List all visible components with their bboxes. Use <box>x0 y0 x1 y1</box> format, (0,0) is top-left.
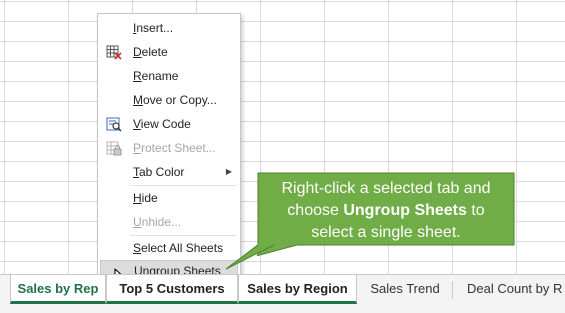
menu-item-unhide-accel: U <box>133 215 142 229</box>
menu-item-move-accel: M <box>133 93 143 107</box>
menu-item-protect-sheet: Protect Sheet... <box>100 137 238 159</box>
callout-line-3: select a single sheet. <box>311 224 461 241</box>
callout-text: Right-click a selected tab and choose Un… <box>258 178 514 244</box>
status-bar <box>0 304 565 313</box>
menu-item-insert-label: nsert... <box>136 21 174 35</box>
menu-item-unhide-label: nhide... <box>141 215 182 229</box>
tab-sales-by-rep[interactable]: Sales by Rep <box>10 275 106 304</box>
tab-sales-trend[interactable]: Sales Trend <box>358 275 452 304</box>
menu-item-tab-color[interactable]: Tab Color ▶ <box>100 161 238 183</box>
tab-top-5-customers[interactable]: Top 5 Customers <box>106 275 238 304</box>
callout-line-2-post: to <box>466 202 485 219</box>
menu-item-protect-label: rotect Sheet... <box>141 141 216 155</box>
menu-item-delete-label: elete <box>141 45 168 59</box>
menu-item-delete-accel: D <box>133 45 142 59</box>
menu-separator <box>130 185 236 186</box>
menu-item-unhide: Unhide... <box>100 211 238 233</box>
menu-item-select-all-sheets[interactable]: Select All Sheets <box>100 237 238 259</box>
callout-pointer <box>225 244 275 270</box>
menu-item-hide-label: ide <box>141 191 158 205</box>
callout-line-2-bold: Ungroup Sheets <box>343 202 467 219</box>
protect-sheet-icon <box>106 140 122 156</box>
menu-item-select-all-label: elect All Sheets <box>141 241 224 255</box>
submenu-arrow-icon: ▶ <box>225 167 232 176</box>
tab-sales-by-region[interactable]: Sales by Region <box>238 275 357 304</box>
menu-item-insert[interactable]: Insert... <box>100 17 238 39</box>
tab-deal-count-by-region[interactable]: Deal Count by R <box>453 275 565 304</box>
menu-item-tab-color-label: ab Color <box>139 165 185 179</box>
menu-separator <box>130 235 236 236</box>
delete-sheet-icon <box>106 44 122 60</box>
sheet-tab-bar: Sales by Rep Top 5 Customers Sales by Re… <box>0 274 565 304</box>
menu-item-select-all-accel: S <box>133 241 142 255</box>
menu-item-rename[interactable]: Rename <box>100 65 238 87</box>
menu-item-rename-label: ename <box>141 69 179 83</box>
excel-window: Insert... Delete Rename Move or Copy... <box>0 0 565 313</box>
menu-item-view-code-accel: V <box>133 117 141 131</box>
menu-item-protect-accel: P <box>133 141 142 155</box>
menu-item-hide-accel: H <box>133 191 142 205</box>
callout-line-2: choose Ungroup Sheets to <box>258 200 514 222</box>
callout-line-2-pre: choose <box>287 202 344 219</box>
view-code-icon <box>106 116 122 132</box>
callout-line-1: Right-click a selected tab and <box>281 180 491 197</box>
menu-item-move-or-copy[interactable]: Move or Copy... <box>100 89 238 111</box>
menu-item-move-label: ove or Copy... <box>143 93 217 107</box>
menu-item-hide[interactable]: Hide <box>100 187 238 209</box>
sheet-tab-context-menu: Insert... Delete Rename Move or Copy... <box>97 13 241 283</box>
menu-item-delete[interactable]: Delete <box>100 41 238 63</box>
menu-item-view-code[interactable]: View Code <box>100 113 238 135</box>
menu-item-rename-accel: R <box>133 69 142 83</box>
menu-item-view-code-label: iew Code <box>140 117 191 131</box>
